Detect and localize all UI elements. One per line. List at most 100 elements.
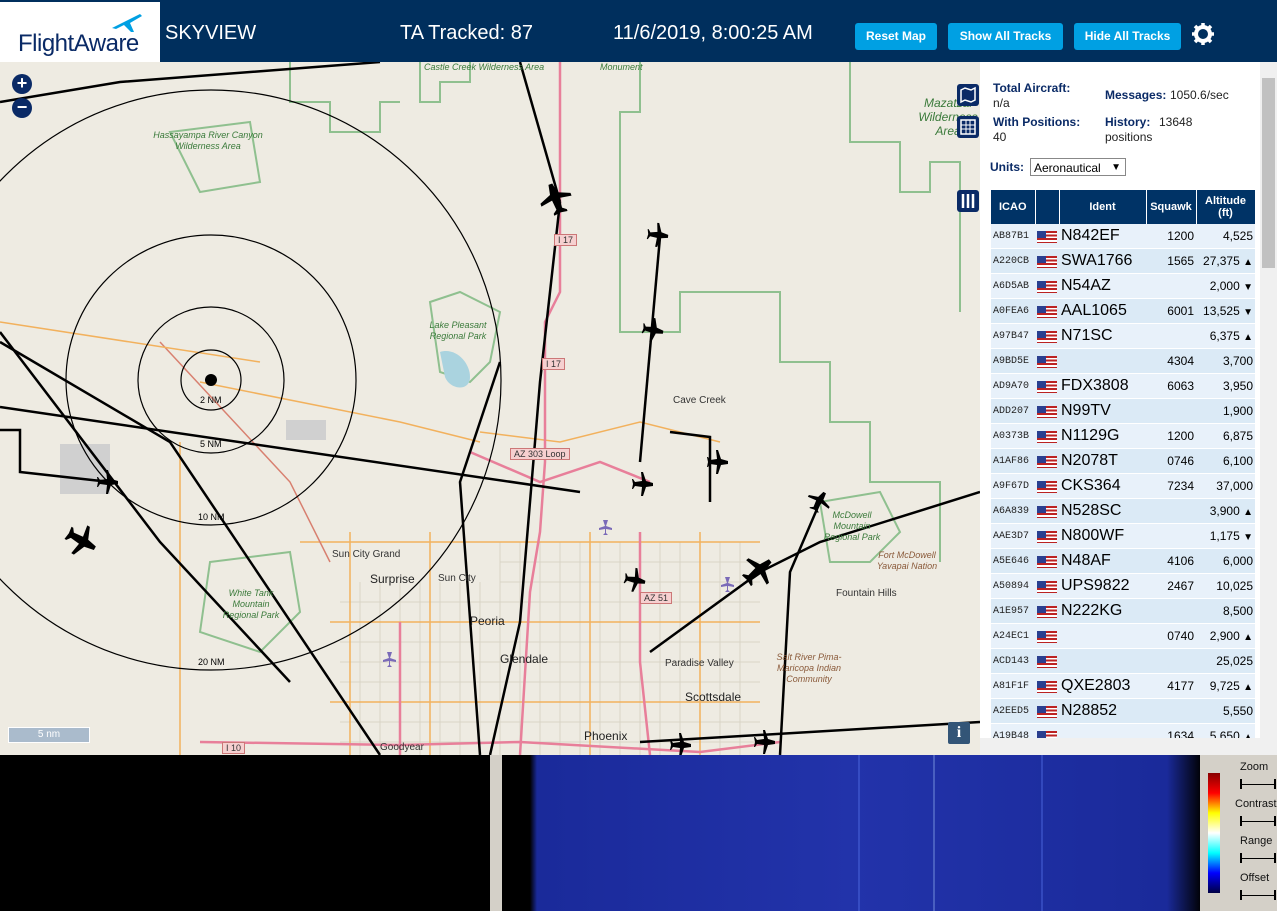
table-row[interactable]: A1AF86 N2078T 0746 6,100 [991, 448, 1255, 474]
aircraft-panel: Total Aircraft: n/a With Positions: 40 M… [980, 62, 1277, 755]
column-header-flag[interactable] [1035, 190, 1060, 224]
icao-cell: A0373B [991, 423, 1035, 449]
flag-cell [1035, 224, 1059, 249]
icao-cell: A1AF86 [991, 448, 1035, 474]
us-flag-icon [1037, 605, 1057, 618]
table-row[interactable]: AB87B1 N842EF 1200 4,525 [991, 224, 1255, 249]
table-row[interactable]: AD9A70 FDX3808 6063 3,950 [991, 373, 1255, 399]
offset-slider[interactable] [1240, 890, 1276, 900]
columns-icon[interactable] [957, 190, 979, 212]
panel-scrollbar[interactable] [1260, 62, 1277, 755]
map-layer-icon[interactable] [957, 84, 979, 106]
column-header-ident[interactable]: Ident [1059, 190, 1147, 224]
us-flag-icon [1037, 380, 1057, 393]
zoom-slider[interactable] [1240, 779, 1276, 789]
flightaware-logo[interactable]: FlightAware [0, 2, 160, 62]
icao-cell: A9BD5E [991, 348, 1035, 374]
squawk-cell: 6063 [1146, 373, 1196, 399]
table-row[interactable]: AAE3D7 N800WF 1,175 ▼ [991, 523, 1255, 549]
spectrum-blank-area [0, 755, 490, 911]
column-header-altitude[interactable]: Altitude (ft) [1196, 190, 1256, 224]
altitude-value: 5,550 [1222, 704, 1253, 718]
zoom-out-button[interactable]: − [12, 98, 32, 118]
ident-cell: N2078T [1059, 448, 1146, 474]
icao-cell: A9F67D [991, 473, 1035, 499]
show-all-tracks-button[interactable]: Show All Tracks [948, 23, 1063, 50]
icao-cell: A6D5AB [991, 273, 1035, 299]
table-row[interactable]: A24EC1 0740 2,900 ▲ [991, 623, 1255, 649]
ident-cell: SWA1766 [1059, 248, 1146, 274]
table-row[interactable]: A50894 UPS9822 2467 10,025 [991, 573, 1255, 599]
table-row[interactable]: ACD143 25,025 [991, 648, 1255, 674]
flag-cell [1035, 573, 1059, 599]
us-flag-icon [1037, 455, 1057, 468]
flag-cell [1035, 373, 1059, 399]
zoom-label: Zoom [1240, 761, 1269, 773]
range-slider[interactable] [1240, 853, 1276, 863]
table-row[interactable]: A81F1F QXE2803 4177 9,725 ▲ [991, 673, 1255, 699]
units-select[interactable]: Aeronautical ▼ [1030, 158, 1126, 176]
ident-cell: N54AZ [1059, 273, 1146, 299]
park-label: White Tank Mountain Regional Park [222, 588, 280, 620]
panel-horizontal-scrollbar[interactable] [980, 738, 1260, 755]
squawk-cell: 0746 [1146, 448, 1196, 474]
table-row[interactable]: A5E646 N48AF 4106 6,000 [991, 548, 1255, 574]
altitude-value: 1,175 [1209, 529, 1240, 543]
table-row[interactable]: A6A839 N528SC 3,900 ▲ [991, 498, 1255, 524]
table-row[interactable]: A1E957 N222KG 8,500 [991, 598, 1255, 624]
us-flag-icon [1037, 705, 1057, 718]
table-row[interactable]: A220CB SWA1766 1565 27,375 ▲ [991, 248, 1255, 274]
ta-tracked-count: TA Tracked: 87 [400, 22, 534, 44]
info-button[interactable]: i [948, 722, 970, 744]
highway-shield: I 10 [222, 742, 246, 754]
with-positions-label: With Positions: [993, 115, 1081, 129]
waterfall-display[interactable] [502, 755, 1202, 911]
ident-cell: QXE2803 [1059, 673, 1146, 699]
altitude-cell: 10,025 [1196, 573, 1255, 599]
us-flag-icon [1037, 305, 1057, 318]
zoom-in-button[interactable]: + [12, 74, 32, 94]
column-header-squawk[interactable]: Squawk [1146, 190, 1197, 224]
scrollbar-thumb[interactable] [1262, 78, 1275, 268]
grid-table-icon[interactable] [957, 116, 979, 138]
altitude-value: 8,500 [1222, 604, 1253, 618]
us-flag-icon [1037, 255, 1057, 268]
table-row[interactable]: A2EED5 N28852 5,550 [991, 698, 1255, 724]
range-ring-label: 20 NM [198, 657, 225, 667]
aircraft-table: ICAO Ident Squawk Altitude (ft) AB87B1 N8… [991, 190, 1256, 749]
altitude-value: 2,000 [1209, 279, 1240, 293]
icao-cell: AD9A70 [991, 373, 1035, 399]
highway-shield: AZ 303 Loop [510, 448, 570, 460]
icao-cell: A24EC1 [991, 623, 1035, 649]
column-header-icao[interactable]: ICAO [991, 190, 1036, 224]
messages-label: Messages: [1105, 88, 1167, 102]
spectrum-divider[interactable] [490, 755, 502, 911]
table-row[interactable]: A0373B N1129G 1200 6,875 [991, 423, 1255, 449]
table-row[interactable]: A6D5AB N54AZ 2,000 ▼ [991, 273, 1255, 299]
flag-cell [1035, 473, 1059, 499]
chevron-down-icon: ▼ [1111, 162, 1121, 173]
squawk-cell [1146, 273, 1196, 299]
table-row[interactable]: A9F67D CKS364 7234 37,000 [991, 473, 1255, 499]
table-row[interactable]: A9BD5E 4304 3,700 [991, 348, 1255, 374]
altitude-cell: 3,700 [1196, 348, 1255, 374]
map-view[interactable]: Castle Creek Wilderness Area Monument Ha… [0, 62, 980, 755]
table-row[interactable]: A97B47 N71SC 6,375 ▲ [991, 323, 1255, 349]
hide-all-tracks-button[interactable]: Hide All Tracks [1074, 23, 1181, 50]
reset-map-button[interactable]: Reset Map [855, 23, 937, 50]
altitude-cell: 8,500 [1196, 598, 1255, 624]
contrast-slider[interactable] [1240, 816, 1276, 826]
flag-cell [1035, 548, 1059, 574]
units-value: Aeronautical [1034, 161, 1101, 175]
altitude-trend: ▼ [1243, 282, 1253, 293]
range-ring-label: 2 NM [200, 395, 222, 405]
logo-text: FlightAware [18, 30, 139, 57]
altitude-trend: ▲ [1243, 332, 1253, 343]
icao-cell: A2EED5 [991, 698, 1035, 724]
history-value: 13648 [1159, 115, 1193, 129]
gear-icon[interactable] [1191, 22, 1215, 46]
table-row[interactable]: A0FEA6 AAL1065 6001 13,525 ▼ [991, 298, 1255, 324]
icao-cell: A0FEA6 [991, 298, 1035, 324]
squawk-cell: 0740 [1146, 623, 1196, 649]
table-row[interactable]: ADD207 N99TV 1,900 [991, 398, 1255, 424]
